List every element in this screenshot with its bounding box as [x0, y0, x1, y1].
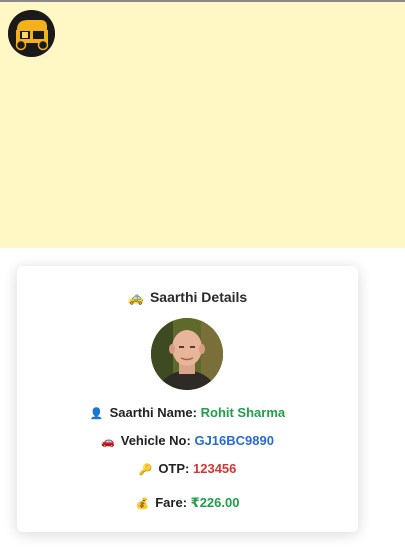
card-title: 🚕 Saarthi Details	[17, 288, 358, 307]
car-icon: 🚗	[101, 436, 115, 448]
vehicle-number-label: Vehicle No:	[120, 433, 191, 448]
vehicle-number-value: GJ16BC9890	[194, 433, 274, 448]
driver-avatar	[151, 318, 223, 390]
person-icon: 👤	[89, 408, 104, 420]
fare-label: Fare:	[155, 495, 188, 510]
saarthi-details-card: 🚕 Saarthi Details 👤 Saarthi Name: Rohit …	[17, 266, 358, 532]
otp-value: 123456	[193, 461, 237, 476]
taxi-icon: 🚕	[127, 290, 144, 305]
saarthi-name-value: Rohit Sharma	[200, 405, 286, 420]
key-icon: 🔑	[138, 464, 153, 476]
otp-label: OTP:	[158, 461, 190, 476]
fare-row: 💰 Fare: ₹226.00	[17, 495, 358, 512]
saarthi-name-label: Saarthi Name:	[109, 405, 197, 420]
vehicle-number-row: 🚗 Vehicle No: GJ16BC9890	[17, 433, 358, 450]
card-title-text: Saarthi Details	[149, 289, 248, 305]
saarthi-name-row: 👤 Saarthi Name: Rohit Sharma	[17, 405, 358, 422]
auto-rickshaw-logo-icon[interactable]	[8, 10, 55, 57]
header-banner	[0, 2, 405, 248]
money-bag-icon: 💰	[135, 498, 150, 510]
otp-row: 🔑 OTP: 123456	[17, 461, 358, 478]
fare-value: ₹226.00	[190, 495, 240, 510]
page: 🚕 Saarthi Details 👤 Saarthi Name: Rohit …	[0, 0, 405, 547]
